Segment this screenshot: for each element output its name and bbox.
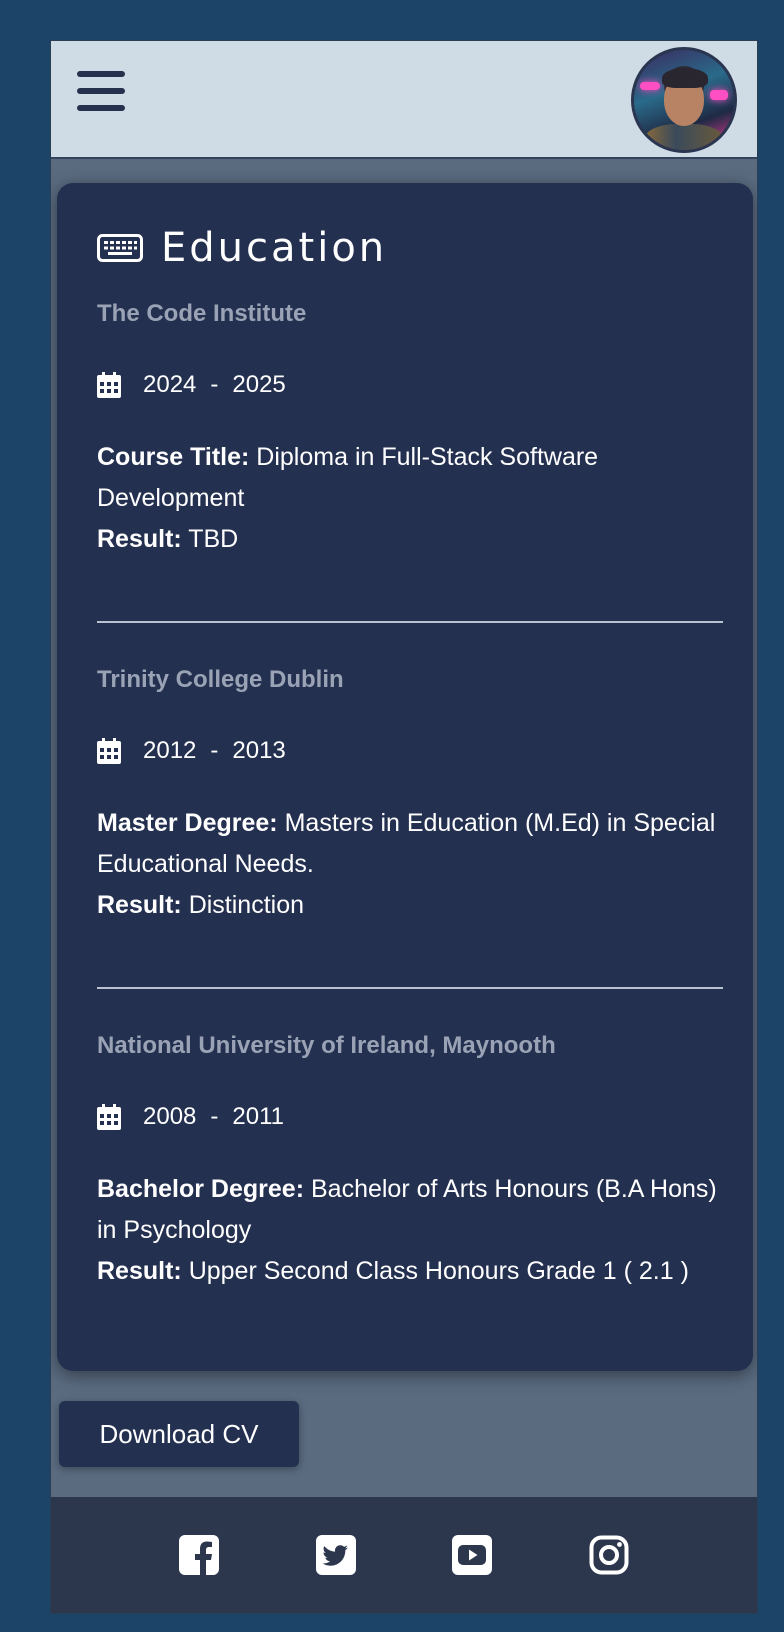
education-card: Education The Code Institute 2024 - 2025 [57, 183, 753, 1371]
profile-avatar [631, 47, 737, 153]
result-value: Distinction [188, 891, 305, 919]
date-range: 2024 - 2025 [97, 369, 727, 401]
entry-divider [97, 987, 723, 989]
result-label: Result: [97, 525, 182, 553]
end-year: 2025 [232, 371, 286, 398]
date-separator: - [210, 1103, 219, 1130]
calendar-icon [97, 738, 121, 764]
date-separator: - [210, 371, 219, 398]
entry-details: Master Degree: Masters in Education (M.E… [97, 803, 727, 926]
detail-label: Course Title: [97, 443, 250, 471]
hamburger-menu-icon[interactable] [77, 69, 127, 113]
education-entry: National University of Ireland, Maynooth… [97, 1031, 727, 1292]
end-year: 2013 [232, 737, 286, 764]
education-entry: The Code Institute 2024 - 2025 Course Ti… [97, 299, 727, 560]
calendar-icon [97, 1104, 121, 1130]
detail-label: Master Degree: [97, 809, 278, 837]
start-year: 2012 [143, 737, 197, 764]
calendar-icon [97, 372, 121, 398]
date-separator: - [210, 737, 219, 764]
result-value: Upper Second Class Honours Grade 1 ( 2.1… [188, 1257, 689, 1285]
detail-label: Bachelor Degree: [97, 1175, 305, 1203]
date-range: 2008 - 2011 [97, 1101, 727, 1133]
education-entry: Trinity College Dublin 2012 - 2013 Maste… [97, 665, 727, 926]
youtube-icon[interactable] [452, 1535, 493, 1575]
download-cv-button[interactable]: Download CV [59, 1401, 299, 1467]
education-heading: Education [97, 223, 387, 273]
result-value: TBD [188, 525, 239, 553]
result-label: Result: [97, 891, 182, 919]
entry-divider [97, 621, 723, 623]
twitter-icon[interactable] [315, 1535, 356, 1575]
education-title: Education [161, 225, 388, 271]
end-year: 2011 [232, 1103, 284, 1130]
facebook-icon[interactable] [179, 1535, 220, 1575]
top-navbar [51, 41, 757, 159]
social-footer [51, 1497, 757, 1613]
entry-details: Bachelor Degree: Bachelor of Arts Honour… [97, 1169, 727, 1292]
instagram-icon[interactable] [589, 1535, 629, 1575]
date-range: 2012 - 2013 [97, 735, 727, 767]
entry-details: Course Title: Diploma in Full-Stack Soft… [97, 437, 727, 560]
keyboard-icon [97, 234, 143, 262]
result-label: Result: [97, 1257, 182, 1285]
institution-name: The Code Institute [97, 300, 307, 327]
institution-name: Trinity College Dublin [97, 666, 344, 693]
start-year: 2008 [143, 1103, 197, 1130]
start-year: 2024 [143, 371, 197, 398]
page-frame: Education The Code Institute 2024 - 2025 [50, 40, 758, 1614]
institution-name: National University of Ireland, Maynooth [97, 1032, 556, 1059]
